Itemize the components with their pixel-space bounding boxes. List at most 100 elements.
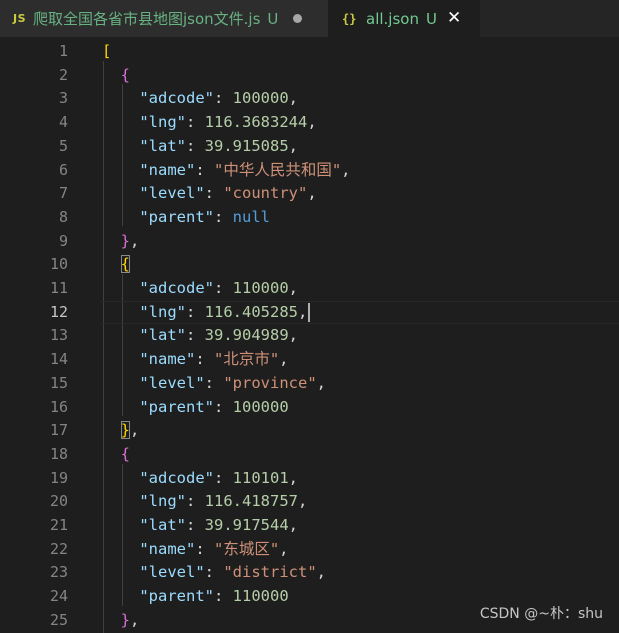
code-line[interactable]: 17 }, bbox=[0, 419, 619, 443]
token-whitespace bbox=[102, 66, 121, 84]
token-str: "东城区" bbox=[214, 539, 280, 558]
token-punc: : bbox=[213, 89, 233, 108]
code-line[interactable]: 15 "level": "province", bbox=[0, 372, 619, 396]
line-number: 3 bbox=[58, 89, 68, 108]
token-str: "province" bbox=[223, 373, 317, 392]
token-punc: : bbox=[213, 587, 233, 606]
code-text: "lng": 116.405285, bbox=[102, 301, 311, 325]
code-line[interactable]: 20 "lng": 116.418757, bbox=[0, 490, 619, 514]
line-number: 8 bbox=[58, 207, 68, 226]
code-line[interactable]: 19 "adcode": 110101, bbox=[0, 467, 619, 491]
token-punc: , bbox=[130, 231, 140, 250]
untracked-badge: U bbox=[425, 9, 437, 28]
code-line[interactable]: 10 { bbox=[0, 253, 619, 277]
token-key: "parent" bbox=[139, 207, 214, 226]
line-number: 18 bbox=[49, 444, 68, 463]
code-line[interactable]: 3 "adcode": 100000, bbox=[0, 87, 619, 111]
token-whitespace bbox=[102, 326, 139, 344]
code-line[interactable]: 12 "lng": 116.405285, bbox=[0, 300, 619, 325]
token-whitespace bbox=[102, 445, 121, 463]
code-text: "name": "北京市", bbox=[102, 348, 288, 372]
code-text: "level": "country", bbox=[102, 182, 317, 206]
line-number: 15 bbox=[49, 373, 68, 392]
token-key: "parent" bbox=[139, 587, 214, 606]
code-text: "adcode": 110000, bbox=[102, 277, 298, 301]
code-line[interactable]: 5 "lat": 39.915085, bbox=[0, 135, 619, 159]
token-bracket-y: } bbox=[120, 421, 131, 440]
line-number: 21 bbox=[49, 516, 68, 534]
unsaved-dot-icon[interactable] bbox=[293, 14, 303, 23]
token-num: 39.904989 bbox=[204, 326, 289, 345]
code-text: "name": "东城区", bbox=[102, 538, 288, 562]
tab-all-json[interactable]: {} all.json U ✕ bbox=[328, 0, 480, 37]
token-punc: : bbox=[213, 468, 233, 487]
line-number: 20 bbox=[49, 492, 68, 511]
token-punc: , bbox=[288, 468, 298, 487]
line-number: 7 bbox=[58, 184, 68, 203]
token-punc: , bbox=[288, 136, 299, 155]
code-text: "parent": 110000 bbox=[102, 585, 289, 609]
json-file-icon: {} bbox=[342, 11, 357, 26]
token-punc: : bbox=[186, 113, 205, 132]
token-key: "adcode" bbox=[139, 279, 214, 297]
token-key: "lng" bbox=[139, 302, 186, 321]
code-editor[interactable]: 1[2 {3 "adcode": 100000, 4 "lng": 116.368… bbox=[0, 37, 619, 633]
token-punc: : bbox=[195, 350, 214, 369]
code-line[interactable]: 13 "lat": 39.904989, bbox=[0, 324, 619, 348]
close-icon[interactable]: ✕ bbox=[447, 10, 461, 27]
code-line[interactable]: 14 "name": "北京市", bbox=[0, 348, 619, 372]
token-key: "name" bbox=[139, 539, 196, 558]
token-whitespace bbox=[102, 492, 139, 510]
token-bracket-p: } bbox=[120, 231, 131, 250]
token-key: "name" bbox=[139, 350, 196, 369]
line-number: 22 bbox=[49, 539, 68, 558]
token-punc: : bbox=[213, 207, 233, 226]
token-str: "北京市" bbox=[214, 350, 280, 369]
token-whitespace bbox=[102, 587, 139, 605]
token-key: "lng" bbox=[139, 113, 186, 132]
token-punc: , bbox=[307, 184, 317, 203]
code-line[interactable]: 7 "level": "country", bbox=[0, 182, 619, 206]
token-punc: : bbox=[213, 279, 233, 297]
code-text: { bbox=[102, 253, 131, 277]
line-number: 23 bbox=[49, 563, 68, 582]
tab-label: all.json bbox=[366, 9, 419, 28]
code-line[interactable]: 11 "adcode": 110000, bbox=[0, 277, 619, 301]
token-punc: : bbox=[186, 326, 205, 345]
code-line[interactable]: 16 "parent": 100000 bbox=[0, 396, 619, 420]
line-number: 14 bbox=[49, 350, 68, 369]
token-punc: , bbox=[288, 516, 299, 534]
token-kw: null bbox=[232, 207, 270, 226]
line-number: 13 bbox=[49, 326, 68, 345]
line-number: 9 bbox=[58, 231, 68, 250]
code-line[interactable]: 8 "parent": null bbox=[0, 206, 619, 230]
code-line[interactable]: 22 "name": "东城区", bbox=[0, 538, 619, 562]
token-punc: : bbox=[195, 160, 214, 179]
token-punc: : bbox=[213, 397, 233, 416]
code-line[interactable]: 6 "name": "中华人民共和国", bbox=[0, 159, 619, 183]
code-line[interactable]: 18 { bbox=[0, 443, 619, 467]
token-whitespace bbox=[102, 516, 139, 534]
line-number: 2 bbox=[58, 65, 68, 84]
tab-label: 爬取全国各省市县地图json文件.js bbox=[33, 10, 261, 28]
token-key: "adcode" bbox=[139, 468, 214, 487]
token-num: 110000 bbox=[232, 587, 289, 606]
line-number: 1 bbox=[58, 42, 68, 60]
token-whitespace bbox=[102, 611, 121, 629]
token-punc: : bbox=[186, 136, 205, 155]
token-key: "level" bbox=[139, 373, 205, 392]
javascript-file-icon: JS bbox=[13, 12, 27, 25]
token-bracket-p: { bbox=[120, 444, 131, 463]
token-punc: , bbox=[298, 492, 308, 511]
tab-crawler-js[interactable]: JS 爬取全国各省市县地图json文件.js U bbox=[0, 0, 328, 37]
code-text: }, bbox=[102, 230, 140, 254]
code-line[interactable]: 2 { bbox=[0, 64, 619, 88]
code-line[interactable]: 23 "level": "district", bbox=[0, 561, 619, 585]
code-text: "adcode": 100000, bbox=[102, 87, 298, 111]
code-line[interactable]: 21 "lat": 39.917544, bbox=[0, 514, 619, 538]
line-number: 11 bbox=[49, 279, 68, 297]
code-line[interactable]: 9 }, bbox=[0, 230, 619, 254]
token-punc: , bbox=[316, 373, 326, 392]
code-line[interactable]: 4 "lng": 116.3683244, bbox=[0, 111, 619, 135]
code-line[interactable]: 1[ bbox=[0, 40, 619, 64]
